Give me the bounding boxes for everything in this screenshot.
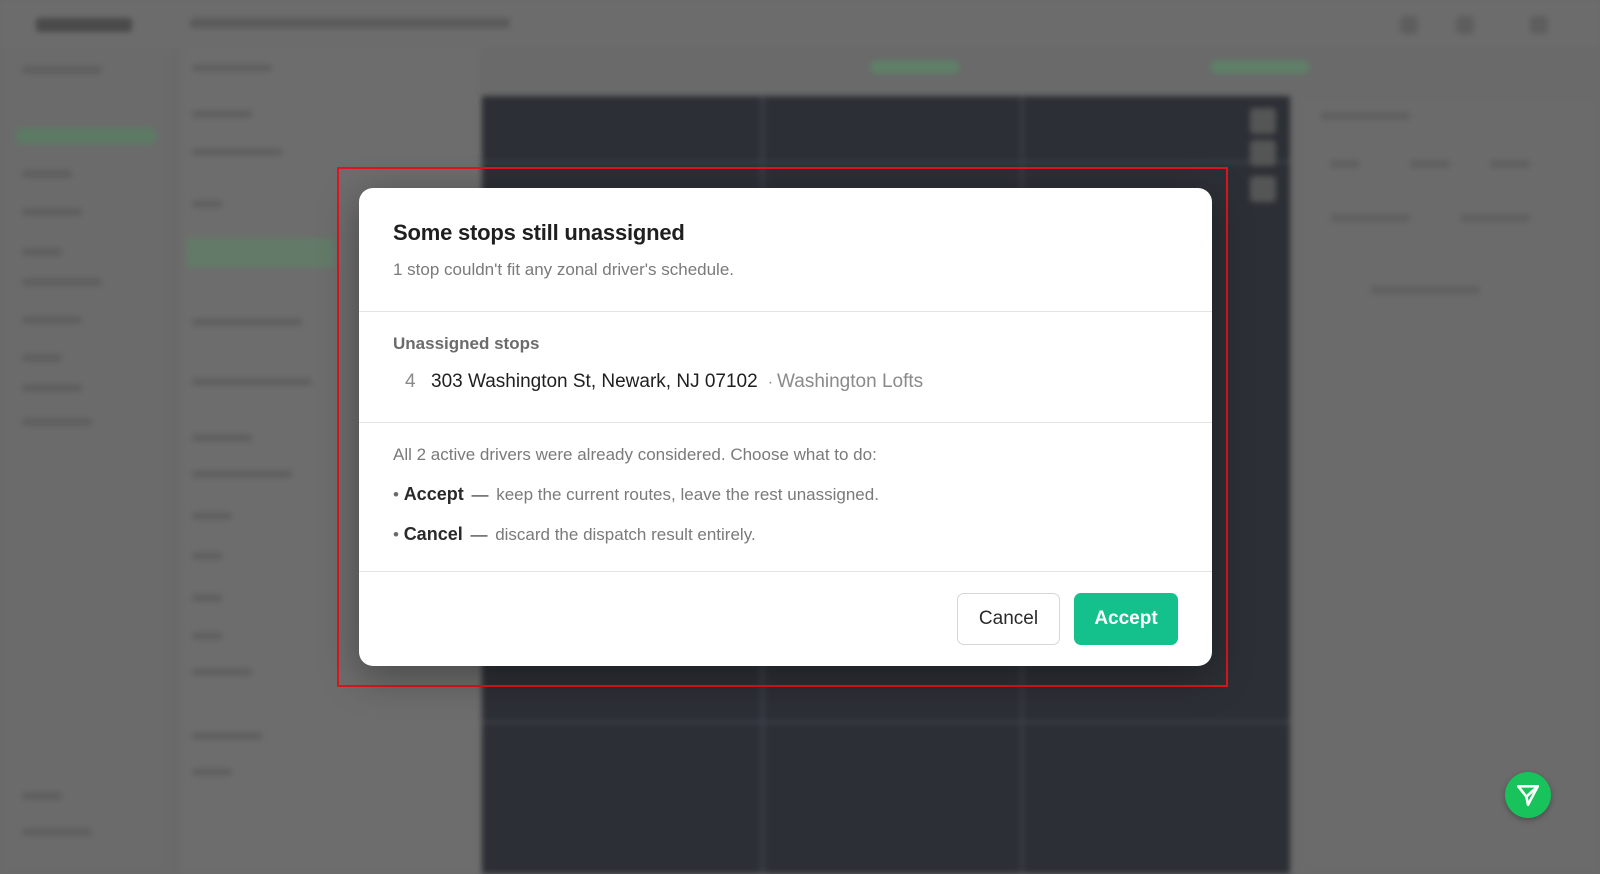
right-panel-line [1330,214,1410,222]
explanation-text: All 2 active drivers were already consid… [393,445,877,464]
dialog-body: All 2 active drivers were already consid… [359,423,1212,572]
dialog-header: Some stops still unassigned 1 stop could… [359,188,1212,312]
send-icon [1516,785,1540,807]
panel-line [192,632,222,640]
option-dash: — [471,485,489,504]
option-cancel-desc: discard the dispatch result entirely. [495,525,756,544]
panel-line [192,318,302,326]
app-logo [36,18,132,32]
stop-separator: · [767,374,774,391]
dialog-subtitle: 1 stop couldn't fit any zonal driver's s… [393,260,735,279]
right-panel-line [1410,160,1450,168]
help-icon [1456,16,1474,34]
sidebar-line [22,354,62,362]
option-accept: • Accept — keep the current routes, leav… [393,484,1178,505]
panel-line [192,768,232,776]
avatar [1530,16,1548,34]
status-pill [1210,60,1310,74]
stop-number: 4 [405,371,416,392]
notification-icon [1400,16,1418,34]
panel-line [192,552,222,560]
right-panel-line [1490,160,1530,168]
option-accept-desc: keep the current routes, leave the rest … [496,485,879,504]
dialog-title: Some stops still unassigned [393,220,685,245]
panel-line [192,434,252,442]
option-dash: — [470,525,488,544]
right-panel [1300,96,1600,874]
sidebar-line [22,418,92,426]
panel-line [192,148,282,156]
right-panel-line [1370,286,1480,294]
panel-line [192,64,272,72]
bullet: • [393,525,399,544]
sidebar-line [22,278,102,286]
sidebar-line [22,208,82,216]
breadcrumb [190,18,510,28]
unassigned-stops-section: Unassigned stops 4 303 Washington St, Ne… [359,312,1212,423]
panel-line [192,594,222,602]
map-road [482,720,1290,724]
panel-line [192,378,312,386]
status-pill [870,60,960,74]
right-panel-line [1330,160,1360,168]
sidebar-line [22,384,82,392]
option-cancel: • Cancel — discard the dispatch result e… [393,524,1178,545]
right-panel-line [1460,214,1530,222]
option-accept-label: Accept [403,484,464,504]
sidebar-line [22,792,62,800]
stop-address: 303 Washington St, Newark, NJ 07102 [431,371,758,392]
list-item: 4 303 Washington St, Newark, NJ 07102 · … [393,371,1178,393]
sidebar-active-item [16,128,156,144]
panel-line [192,110,252,118]
panel-line [192,200,222,208]
sidebar-line [22,828,92,836]
stop-name: Washington Lofts [777,371,924,392]
unassigned-stops-heading: Unassigned stops [393,334,540,353]
sidebar-line [22,66,102,74]
sidebar-line [22,248,62,256]
map-road [482,160,1290,164]
panel-line [192,512,232,520]
dialog-footer: Cancel Accept [359,572,1212,666]
sidebar-line [22,316,82,324]
zoom-in-icon [1250,108,1276,134]
send-button[interactable] [1505,772,1551,818]
panel-selected-item [186,238,336,268]
panel-line [192,732,262,740]
option-cancel-label: Cancel [403,524,463,544]
unassigned-stops-dialog: Some stops still unassigned 1 stop could… [359,188,1212,666]
cancel-button[interactable]: Cancel [957,593,1060,645]
sidebar-line [22,170,72,178]
right-panel-line [1320,112,1410,120]
accept-button[interactable]: Accept [1074,593,1178,645]
layers-icon [1250,176,1276,202]
panel-line [192,470,292,478]
panel-line [192,668,252,676]
bullet: • [393,485,399,504]
zoom-out-icon [1250,140,1276,166]
